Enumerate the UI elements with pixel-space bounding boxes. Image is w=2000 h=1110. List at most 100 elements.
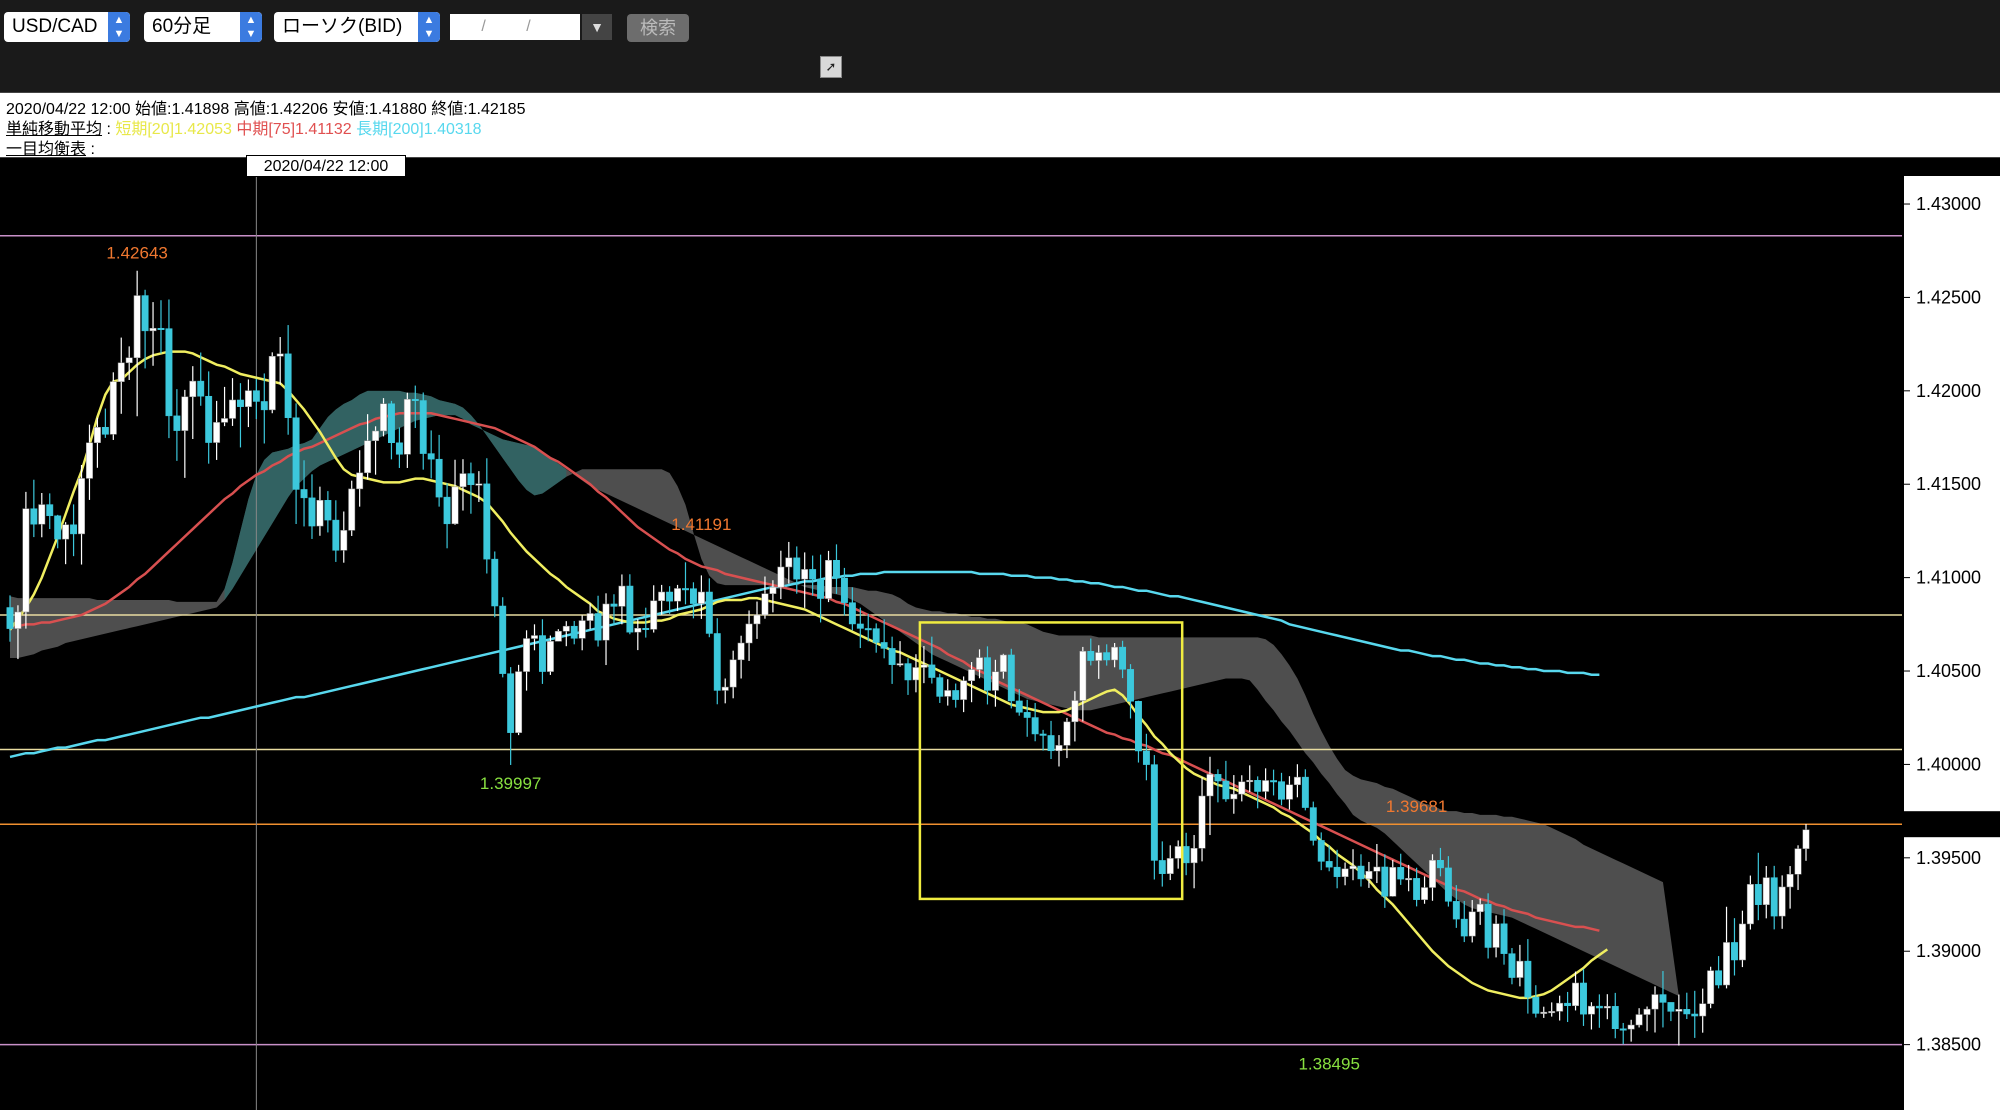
candle-body [1802, 829, 1810, 849]
candle-body [968, 669, 976, 681]
chevron-updown-icon: ▲▼ [418, 12, 440, 42]
candle-body [952, 690, 960, 700]
price-annotation: 1.41191 [671, 515, 731, 534]
candle-body [1436, 859, 1444, 869]
chart-type-select[interactable]: ローソク(BID) ▲ ▼ [274, 12, 440, 42]
candle-body [22, 508, 30, 613]
candle-body [578, 620, 586, 639]
candle-body [1778, 886, 1786, 917]
candle-body [475, 483, 483, 486]
candle-body [1572, 982, 1579, 1007]
candle-body [1214, 774, 1222, 782]
candle-body [626, 585, 634, 633]
candle-body [1150, 764, 1158, 861]
candle-body [1325, 861, 1333, 868]
candle-body [1015, 700, 1023, 713]
candle-body [753, 614, 761, 625]
candle-body [1190, 848, 1198, 864]
candle-body [761, 593, 769, 616]
candle-body [1540, 1011, 1548, 1014]
candle-body [729, 659, 737, 688]
candle-body [848, 602, 856, 625]
candle-body [1381, 866, 1389, 897]
candle-body [1595, 1005, 1603, 1009]
candle-body [356, 472, 364, 490]
candle-body [117, 362, 125, 382]
candle-body [30, 508, 38, 525]
cursor-time-label: 2020/04/22 12:00 [246, 155, 406, 177]
candle-body [1500, 923, 1508, 954]
candle-body [1715, 970, 1723, 986]
candle-body [173, 415, 181, 431]
candle-body [149, 327, 157, 332]
expand-arrow-icon[interactable]: ➚ [820, 56, 842, 78]
y-tick-label: 1.42500 [1916, 287, 1981, 307]
y-tick-label: 1.39000 [1916, 941, 1981, 961]
candle-body [1532, 996, 1540, 1014]
candle-body [531, 635, 538, 639]
candle-body [872, 628, 880, 643]
candle-body [1397, 867, 1405, 880]
candle-body [904, 663, 912, 681]
candle-body [101, 426, 109, 435]
candle-body [1087, 650, 1095, 661]
candle-body [864, 628, 872, 631]
candle-body [1405, 878, 1413, 881]
candle-body [1444, 867, 1452, 902]
candle-body [1309, 807, 1317, 841]
candle-body [284, 353, 292, 418]
candle-body [1508, 953, 1516, 978]
candle-body [1079, 650, 1087, 701]
candle-body [1794, 848, 1802, 875]
candle-body [1182, 846, 1190, 864]
candle-body [769, 586, 777, 594]
candle-body [388, 403, 395, 444]
candle-body [1111, 646, 1119, 661]
candle-body [554, 630, 562, 642]
candle-body [793, 557, 801, 580]
candle-body [6, 607, 14, 629]
candle-body [1723, 942, 1730, 986]
candle-body [840, 577, 848, 603]
sma-long-value: 長期[200]1.40318 [356, 121, 482, 138]
currency-pair-select[interactable]: USD/CAD ▲ ▼ [4, 12, 130, 42]
chevron-updown-icon: ▲▼ [108, 12, 130, 42]
candle-body [1667, 1002, 1675, 1012]
candle-body [1619, 1028, 1627, 1031]
price-annotation: 1.42643 [106, 244, 167, 263]
candle-body [1627, 1024, 1635, 1030]
candle-body [221, 418, 229, 423]
candle-body [1246, 780, 1254, 783]
candle-body [1643, 1008, 1651, 1015]
candle-body [1158, 860, 1166, 874]
y-tick-label: 1.40000 [1916, 754, 1981, 774]
candle-body [1659, 994, 1667, 1003]
candle-body [1603, 1006, 1611, 1009]
candle-body [491, 558, 499, 607]
candle-body [634, 627, 642, 633]
candle-body [419, 400, 427, 454]
candle-body [705, 591, 713, 634]
candle-body [1731, 942, 1738, 961]
date-dropdown-button[interactable]: ▼ [582, 14, 612, 40]
ichimoku-label[interactable]: 一目均衡表 [6, 141, 86, 158]
price-chart[interactable]: 1.42643 1.41191 1.39997 1.39681 1.38495 1.43… [0, 176, 2000, 1110]
timeframe-select[interactable]: 60分足 ▲ ▼ [144, 12, 262, 42]
candle-body [1492, 923, 1500, 948]
candle-body [1707, 970, 1715, 1004]
candle-body [1738, 923, 1746, 961]
candle-body [960, 680, 968, 700]
candle-body [1429, 859, 1436, 888]
timeframe-value: 60分足 [152, 16, 212, 37]
search-button[interactable]: 検索 [627, 14, 689, 42]
candle-body [14, 611, 22, 629]
candle-body [689, 588, 697, 604]
candle-body [618, 585, 626, 607]
candle-body [586, 613, 594, 621]
candle-body [1548, 1011, 1556, 1014]
candle-body [1651, 994, 1659, 1010]
candle-body [1357, 865, 1365, 880]
candle-body [300, 489, 308, 499]
date-input[interactable]: / / [450, 14, 580, 40]
candle-body [737, 642, 745, 661]
